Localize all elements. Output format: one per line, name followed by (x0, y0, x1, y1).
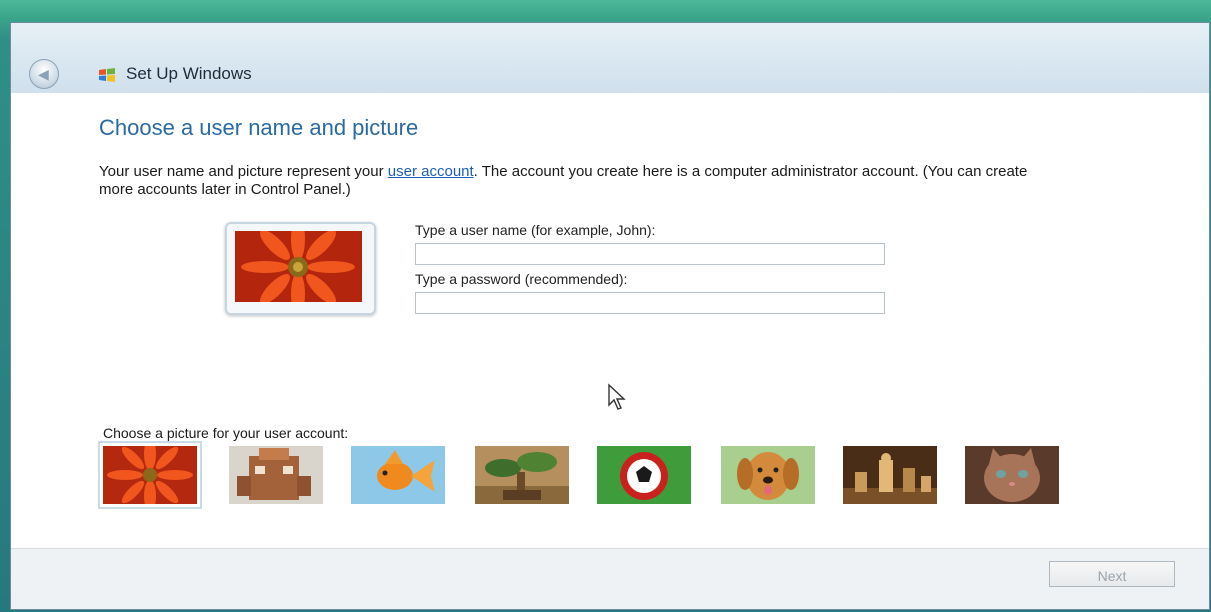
pictures-label: Choose a picture for your user account: (103, 425, 349, 441)
selected-picture-frame (225, 222, 376, 315)
mouse-cursor-icon (608, 383, 626, 410)
windows-logo-icon (99, 68, 115, 82)
selected-picture-image (235, 231, 362, 302)
picture-option-chess[interactable] (843, 446, 937, 504)
picture-option-puppy[interactable] (721, 446, 815, 504)
picture-option-kitten[interactable] (965, 446, 1059, 504)
back-button[interactable]: ◀ (29, 59, 59, 89)
soccer-ball-picture (597, 446, 691, 504)
page-heading: Choose a user name and picture (99, 115, 419, 140)
username-input[interactable] (415, 243, 885, 265)
robot-picture (229, 446, 323, 504)
next-button[interactable]: Next (1049, 561, 1175, 587)
user-account-link[interactable]: user account (388, 163, 474, 180)
back-arrow-icon: ◀ (38, 66, 49, 82)
kitten-picture (965, 446, 1059, 504)
password-label: Type a password (recommended): (415, 271, 628, 287)
picture-option-flower[interactable] (98, 441, 202, 509)
footer-bar: Next (11, 548, 1209, 609)
goldfish-picture (351, 446, 445, 504)
picture-option-bonsai[interactable] (475, 446, 569, 504)
setup-window: ◀ Set Up Windows Choose a user name and … (10, 22, 1210, 610)
puppy-picture (721, 446, 815, 504)
window-title: Set Up Windows (126, 64, 252, 83)
chess-picture (843, 446, 937, 504)
picture-option-goldfish[interactable] (351, 446, 445, 504)
content-area: Choose a user name and picture Your user… (11, 93, 1209, 549)
description-part1: Your user name and picture represent you… (99, 163, 388, 180)
picture-option-robot[interactable] (229, 446, 323, 504)
bonsai-picture (475, 446, 569, 504)
username-label: Type a user name (for example, John): (415, 222, 656, 238)
description-text: Your user name and picture represent you… (99, 163, 1049, 199)
password-input[interactable] (415, 292, 885, 314)
title-bar: ◀ Set Up Windows (11, 23, 1209, 94)
picture-option-soccer-ball[interactable] (597, 446, 691, 504)
flower-picture (103, 446, 197, 504)
